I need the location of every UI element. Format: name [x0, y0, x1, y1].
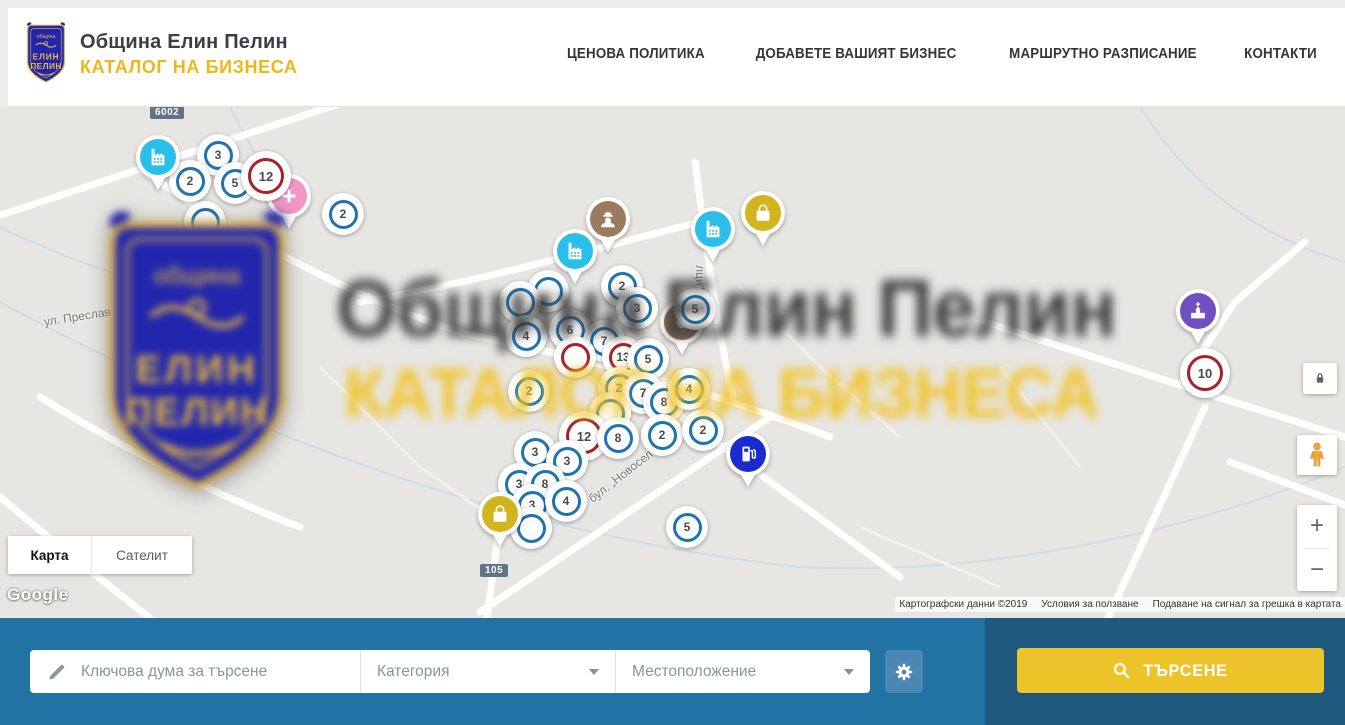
advanced-settings-button[interactable]	[885, 650, 923, 693]
map-canvas[interactable]: 3251222354671352278412822333834510 общин…	[0, 107, 1345, 618]
chevron-down-icon	[844, 669, 854, 675]
map-category-marker[interactable]	[1175, 288, 1221, 348]
nav-item[interactable]: КОНТАКТИ	[1244, 46, 1317, 62]
map-category-marker[interactable]	[740, 190, 786, 250]
brand-title: Община Елин Пелин	[80, 31, 298, 54]
lock-button[interactable]	[1303, 363, 1337, 394]
map-cluster-marker[interactable]	[554, 336, 596, 378]
map-type-satellite-button[interactable]: Сателит	[91, 536, 192, 574]
factory-icon	[140, 139, 176, 175]
map-category-marker[interactable]	[725, 431, 771, 491]
zoom-in-button[interactable]: +	[1297, 505, 1337, 548]
attribution-data-text: Картографски данни ©2019	[899, 599, 1027, 610]
nav-item[interactable]: ЦЕНОВА ПОЛИТИКА	[567, 46, 705, 62]
bag-icon	[745, 195, 781, 231]
map-type-control: Карта Сателит	[8, 536, 192, 574]
gear-icon	[893, 661, 915, 683]
map-cluster-marker[interactable]: 2	[682, 409, 724, 451]
map-cluster-marker[interactable]: 2	[641, 414, 683, 456]
map-cluster-marker[interactable]: 8	[597, 417, 639, 459]
map-cluster-marker[interactable]: 3	[616, 287, 658, 329]
map-cluster-marker[interactable]: 4	[505, 315, 547, 357]
search-button-label: ТЪРСЕНЕ	[1143, 661, 1227, 681]
nav-item[interactable]: МАРШРУТНО РАЗПИСАНИЕ	[1009, 46, 1197, 62]
zoom-control: + −	[1297, 505, 1337, 591]
search-bar: Категория Местоположение	[0, 618, 1345, 725]
brand-logo[interactable]: община ЕЛИН ПЕЛИН Община Елин Пелин КАТА…	[22, 22, 298, 86]
chevron-down-icon	[589, 669, 599, 675]
church-icon	[1180, 293, 1216, 329]
factory-icon	[557, 233, 593, 269]
map-cluster-marker[interactable]: 5	[674, 288, 716, 330]
lock-icon	[1313, 371, 1327, 386]
map-cluster-marker[interactable]: 10	[1180, 348, 1230, 398]
map-cluster-marker[interactable]: 2	[322, 193, 364, 235]
keyword-search-input[interactable]	[81, 663, 341, 681]
pencil-icon	[47, 662, 67, 682]
location-select-value: Местоположение	[632, 663, 756, 681]
map-cluster-marker[interactable]: 2	[508, 370, 550, 412]
brand-text: Община Елин Пелин КАТАЛОГ НА БИЗНЕСА	[80, 31, 298, 78]
location-select[interactable]: Местоположение	[616, 650, 870, 693]
search-panel: Категория Местоположение	[30, 650, 870, 693]
factory-icon	[695, 211, 731, 247]
terms-link[interactable]: Условия за ползване	[1041, 599, 1138, 610]
map-cluster-marker[interactable]: 4	[545, 480, 587, 522]
municipality-crest-icon: община ЕЛИН ПЕЛИН	[22, 22, 70, 86]
svg-text:ЕЛИН: ЕЛИН	[33, 52, 60, 62]
map-category-marker[interactable]	[135, 134, 181, 194]
left-strip	[0, 0, 8, 107]
google-logo[interactable]: Google	[7, 585, 69, 605]
pegman-icon	[1305, 442, 1329, 468]
keyword-section	[30, 650, 360, 693]
svg-text:община: община	[37, 34, 56, 40]
map-cluster-marker[interactable]: 5	[666, 506, 708, 548]
page: община ЕЛИН ПЕЛИН Община Елин Пелин КАТА…	[0, 0, 1345, 725]
map-attribution: Картографски данни ©2019 Условия за полз…	[895, 597, 1345, 612]
pegman-button[interactable]	[1297, 435, 1337, 475]
search-button[interactable]: ТЪРСЕНЕ	[1017, 648, 1324, 693]
main-nav: ЦЕНОВА ПОЛИТИКА ДОБАВЕТЕ ВАШИЯТ БИЗНЕС МАР…	[561, 0, 1320, 107]
zoom-out-button[interactable]: −	[1297, 549, 1337, 592]
report-error-link[interactable]: Подаване на сигнал за грешка в картата	[1153, 599, 1341, 610]
search-icon	[1112, 661, 1131, 680]
map-category-marker[interactable]	[552, 228, 598, 288]
header: община ЕЛИН ПЕЛИН Община Елин Пелин КАТА…	[0, 0, 1345, 107]
brand-subtitle: КАТАЛОГ НА БИЗНЕСА	[80, 57, 298, 78]
bag-icon	[482, 496, 518, 532]
category-select-value: Категория	[377, 663, 449, 681]
fuel-icon	[730, 436, 766, 472]
map-type-map-button[interactable]: Карта	[8, 536, 91, 574]
svg-text:ПЕЛИН: ПЕЛИН	[30, 61, 62, 71]
category-select[interactable]: Категория	[361, 650, 615, 693]
map-category-marker[interactable]	[477, 491, 523, 551]
map-cluster-marker[interactable]	[184, 201, 226, 243]
map-cluster-marker[interactable]: 12	[241, 151, 291, 201]
map-category-marker[interactable]	[690, 206, 736, 266]
markers-layer: 3251222354671352278412822333834510	[0, 107, 1345, 618]
nav-item[interactable]: ДОБАВЕТЕ ВАШИЯТ БИЗНЕС	[756, 46, 957, 62]
map-cluster-marker[interactable]: 4	[668, 368, 710, 410]
